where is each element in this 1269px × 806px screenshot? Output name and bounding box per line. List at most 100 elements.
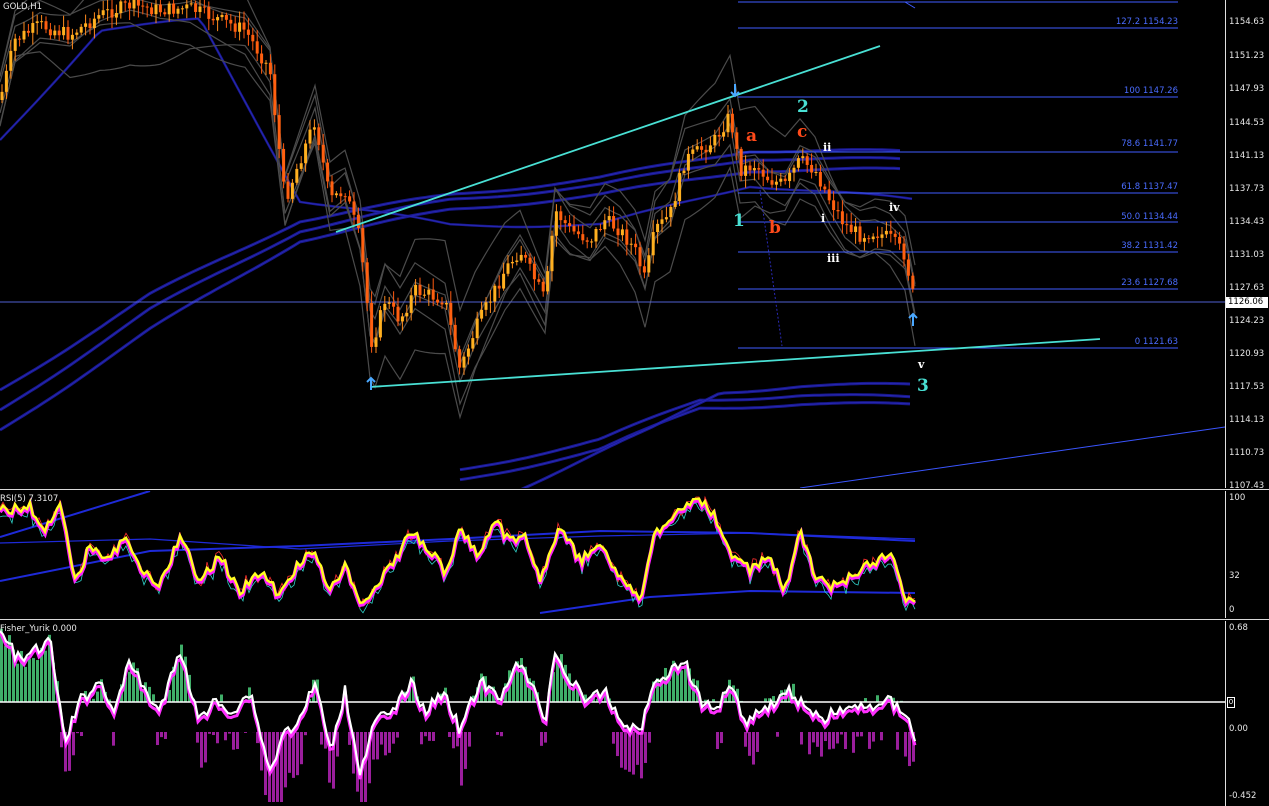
candle-body — [370, 302, 374, 347]
candle-body — [889, 230, 893, 234]
wave-label-v: v — [918, 358, 925, 371]
candle-body — [128, 2, 132, 9]
candle-body — [634, 243, 638, 248]
wave-label-c: c — [797, 122, 808, 142]
candle-body — [26, 30, 30, 33]
candle-body — [704, 149, 708, 153]
candle-body — [255, 41, 259, 54]
fisher-scale-min: -0.452 — [1229, 791, 1257, 801]
panel-separator[interactable] — [0, 489, 1269, 490]
candle-body — [796, 158, 800, 168]
candle-body — [180, 8, 184, 10]
candle-body — [559, 211, 563, 221]
candle-body — [854, 226, 858, 233]
candle-body — [625, 229, 629, 245]
candle-body — [590, 241, 594, 243]
candle-body — [110, 9, 114, 18]
candle-body — [405, 312, 409, 317]
candle-body — [40, 21, 44, 23]
wave-label-iii: iii — [827, 252, 840, 265]
candle-body — [713, 134, 717, 146]
candle-body — [53, 30, 57, 36]
candle-body — [299, 163, 303, 169]
candle-body — [774, 181, 778, 185]
candle-body — [612, 216, 616, 229]
candle-body — [862, 238, 866, 242]
candle-body — [207, 6, 211, 19]
candle-body — [277, 115, 281, 149]
fisher-level-marker[interactable]: 0 — [1227, 697, 1235, 708]
candle-body — [211, 18, 215, 21]
rsi-panel[interactable]: RSI(5) 7.3107 — [0, 491, 1225, 618]
fib-level-label: 100 1147.26 — [1123, 86, 1178, 96]
candle-body — [849, 224, 853, 233]
candle-body — [119, 1, 123, 13]
price-chart[interactable] — [0, 0, 1225, 488]
candle-body — [594, 228, 598, 242]
main-chart-panel[interactable]: GOLD,H1 127.2 1154.23 100 1147.26 78.6 114… — [0, 0, 1225, 488]
candle-body — [238, 22, 242, 32]
candle-body — [330, 181, 334, 196]
candle-body — [260, 53, 264, 64]
candle-body — [638, 247, 642, 267]
fisher-panel[interactable]: Fisher_Yurik 0.000 — [0, 621, 1225, 806]
candle-body — [35, 21, 39, 24]
candle-body — [224, 14, 228, 20]
wave-label-a: a — [746, 126, 758, 146]
candle-body — [317, 127, 321, 145]
candle-body — [493, 285, 497, 302]
candle-body — [471, 338, 475, 349]
candle-body — [356, 214, 360, 229]
candle-body — [194, 3, 198, 12]
candle-body — [576, 231, 580, 235]
wave-label-i: i — [821, 212, 826, 225]
candle-body — [515, 260, 519, 262]
fisher-title: Fisher_Yurik 0.000 — [0, 624, 77, 634]
candle-body — [172, 3, 176, 14]
candle-body — [229, 19, 233, 24]
candle-body — [453, 324, 457, 350]
candle-body — [871, 236, 875, 240]
candle-body — [532, 263, 536, 280]
candle-body — [18, 38, 22, 40]
price-tick: 1110.73 — [1229, 448, 1265, 458]
candle-body — [458, 349, 462, 368]
price-tick: 1144.53 — [1229, 118, 1265, 128]
candle-body — [546, 271, 550, 292]
candle-body — [70, 34, 74, 40]
candle-body — [519, 254, 523, 261]
symbol-title: GOLD,H1 — [3, 2, 43, 12]
candle-body — [880, 234, 884, 238]
candle-body — [282, 148, 286, 182]
candle-body — [475, 318, 479, 339]
candle-body — [788, 172, 792, 182]
rsi-title: RSI(5) 7.3107 — [0, 494, 59, 504]
candle-body — [497, 285, 501, 289]
candle-body — [616, 228, 620, 236]
candle-body — [550, 235, 554, 272]
candle-body — [761, 169, 765, 177]
candle-body — [572, 226, 576, 232]
price-scale[interactable]: 1154.63 1151.23 1147.93 1144.53 1141.13 1137.… — [1225, 0, 1269, 491]
candle-body — [836, 210, 840, 212]
candle-body — [664, 217, 668, 220]
candle-body — [541, 281, 545, 292]
price-tick: 1147.93 — [1229, 84, 1265, 94]
candle-body — [409, 295, 413, 313]
candle-body — [290, 182, 294, 199]
candle-body — [818, 172, 822, 187]
candle-body — [440, 302, 444, 305]
panel-separator[interactable] — [0, 619, 1269, 620]
candle-body — [114, 12, 118, 18]
candle-body — [524, 254, 528, 258]
candle-body — [216, 17, 220, 21]
candle-body — [304, 143, 308, 164]
candle-body — [449, 302, 453, 325]
fib-level-label: 61.8 1137.47 — [1121, 182, 1178, 192]
candle-body — [735, 132, 739, 149]
candle-body — [695, 146, 699, 150]
rsi-scale-100: 100 — [1229, 493, 1246, 503]
price-tick: 1137.73 — [1229, 184, 1265, 194]
candle-body — [647, 255, 651, 273]
candle-body — [414, 284, 418, 296]
